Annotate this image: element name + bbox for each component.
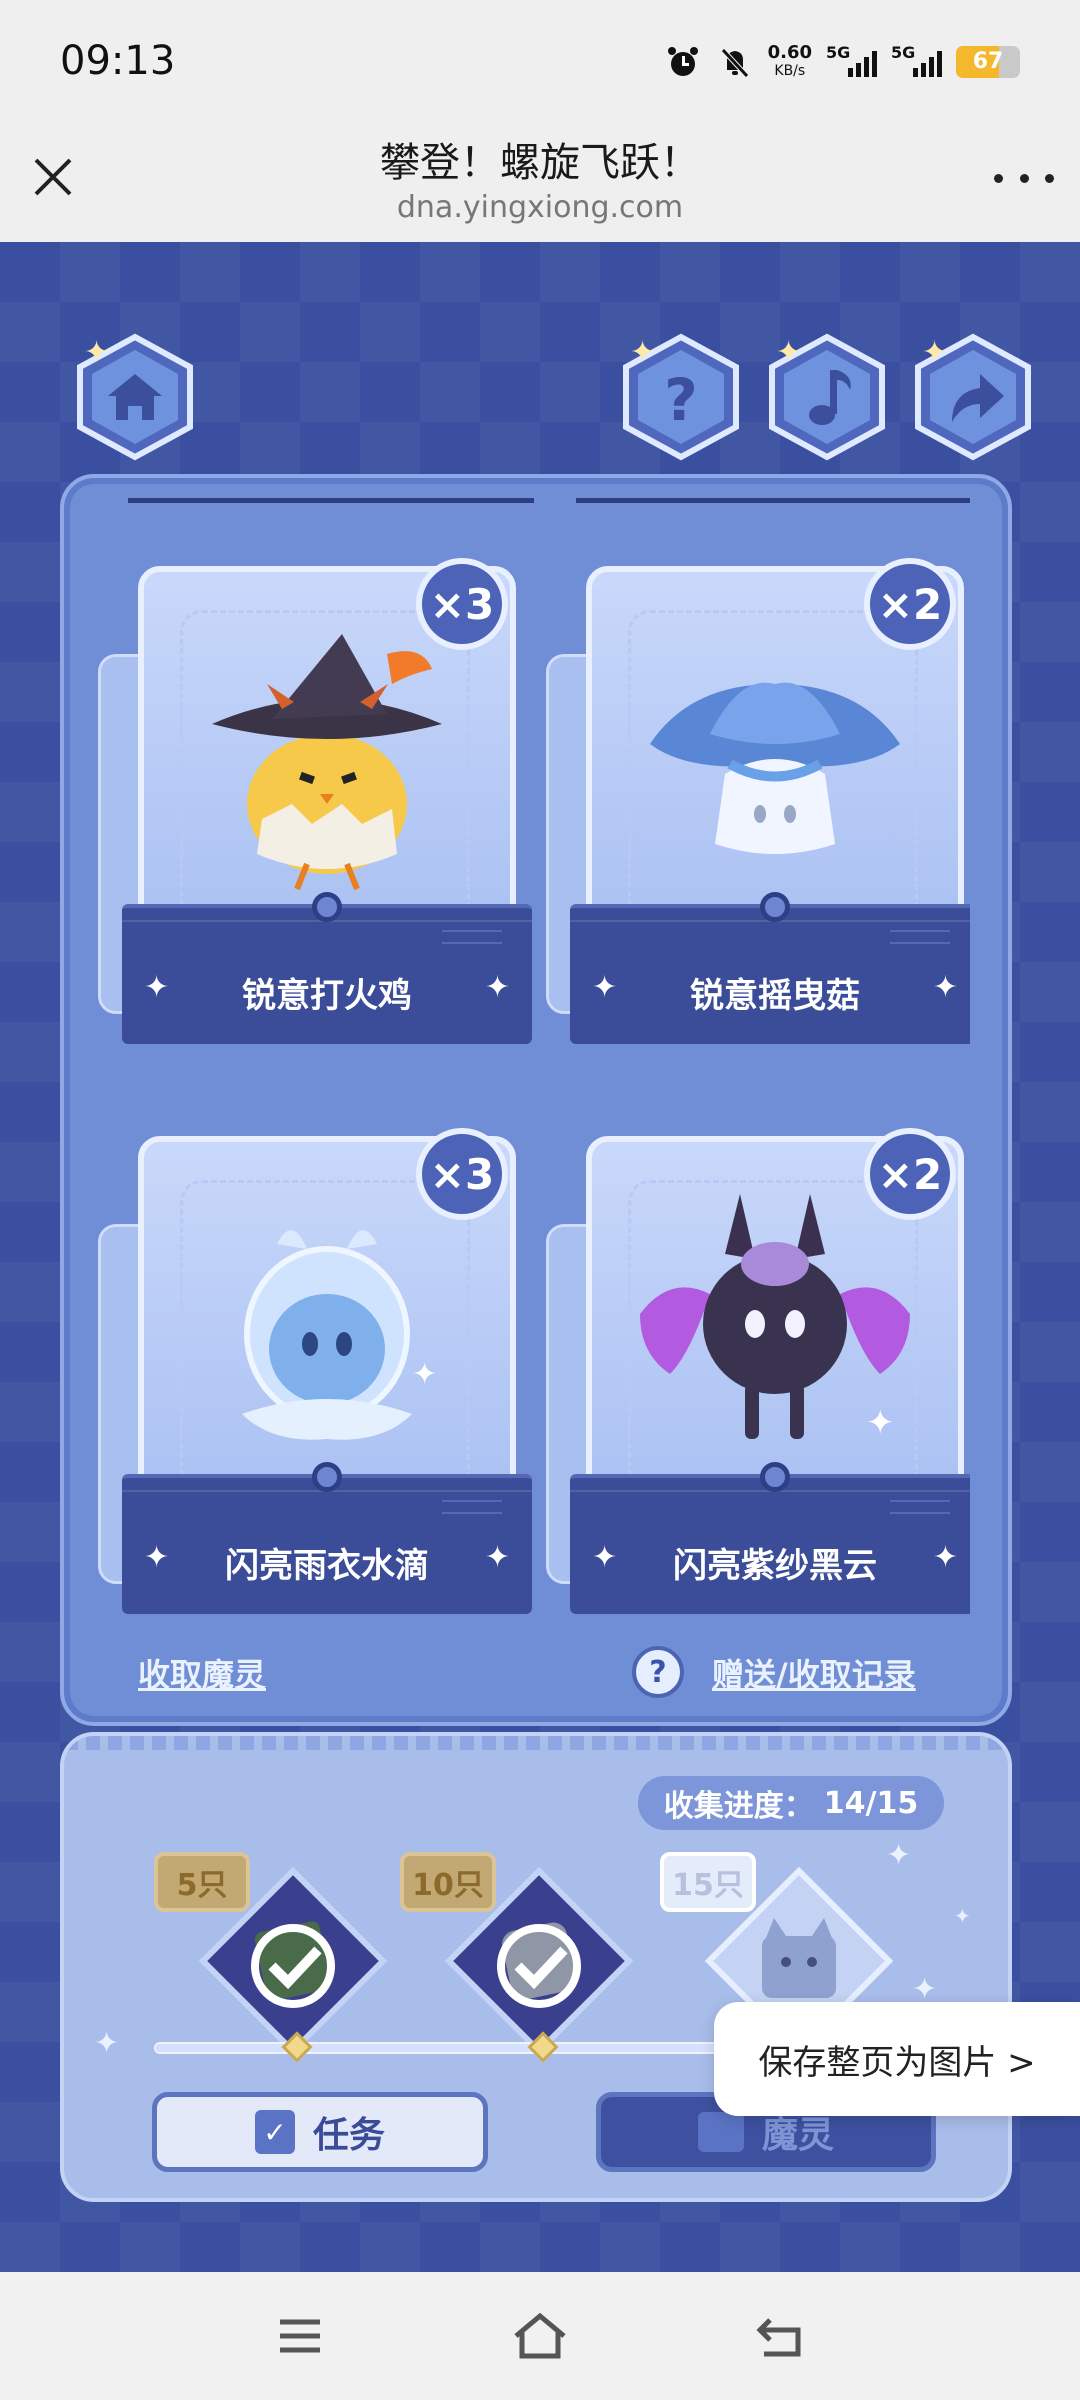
card-grid[interactable]: ×3 ✦ 锐意打火鸡 ✦ ×2 ✦ 锐意摇曳菇 ✦ ✦ ×3 ✦ 闪亮雨衣水滴 … [90,498,970,1633]
mute-icon [716,43,754,81]
browser-header: 攀登！螺旋飞跃！ dna.yingxiong.com [0,120,1080,242]
task-button[interactable]: ✓ 任务 [152,2092,488,2172]
purple-veil-cloud-art: ✦ [640,1194,910,1443]
card-label-pocket: ✦ 锐意摇曳菇 ✦ [570,892,970,1044]
status-bar: 09:13 0.60 KB/s 5G 5G 67 [0,0,1080,120]
signal-sim2-icon: 5G [891,43,942,77]
progress-value: 14/15 [823,1785,919,1821]
svg-text:✦: ✦ [84,335,109,370]
collection-progress: 收集进度： 14/15 [638,1776,944,1830]
menu-icon [280,2319,320,2353]
sim1-label: 5G [826,43,851,62]
alarm-icon [664,43,702,81]
svg-text:✦: ✦ [412,1357,437,1392]
more-options-button[interactable] [994,158,1054,198]
card-name: 锐意摇曳菇 [690,976,860,1016]
collection-progress-panel: 收集进度： 14/15 ✦ ✦ ✦ ✦ 5只 10只 15只 ✓ 任务 魔灵 [60,1732,1012,2202]
milestone-tag: 15只 [660,1852,756,1912]
home-button[interactable]: ✦ [70,332,200,462]
gift-record-link[interactable]: 赠送/收取记录 [712,1650,916,1696]
svg-text:✦: ✦ [630,335,655,370]
battery-icon: 67 [956,46,1020,78]
page-url: dna.yingxiong.com [396,190,684,225]
blue-mushroom-art [650,682,900,854]
svg-text:✦: ✦ [776,335,801,370]
back-icon [756,2318,801,2357]
home-nav-button[interactable] [510,2306,570,2366]
card-count-badge: ×3 [416,558,508,650]
page-title: 攀登！螺旋飞跃！ [380,140,700,186]
milestone-reward[interactable]: 10只 [400,1852,634,2056]
card-count-badge: ×2 [864,1128,956,1220]
save-page-as-image-button[interactable]: 保存整页为图片 > [714,2002,1080,2116]
card-name: 锐意打火鸡 [242,976,412,1016]
network-speed-unit: KB/s [774,63,806,79]
progress-track [154,2042,774,2054]
network-speed: 0.60 KB/s [768,44,812,80]
raincoat-droplet-art: ✦ [242,1230,437,1440]
milestone-tag: 5只 [154,1852,250,1912]
record-help-icon[interactable]: ? [632,1646,684,1698]
share-button[interactable]: ✦ [908,332,1038,462]
sparkle-icon: ✦ [484,1540,510,1575]
sim2-label: 5G [891,43,916,62]
spirit-card[interactable]: ×2 ✦ 锐意摇曳菇 ✦ [546,534,970,1074]
card-pin [312,892,342,922]
milestone-tag: 10只 [400,1852,496,1912]
more-dot-icon [994,173,1003,183]
milestone-reward[interactable]: 5只 [154,1852,388,2056]
card-label-pocket: ✦ 闪亮雨衣水滴 ✦ [122,1462,532,1614]
divider [576,498,970,503]
card-name: 闪亮雨衣水滴 [225,1546,429,1586]
more-dot-icon [1045,173,1054,183]
progress-label: 收集进度： [663,1789,814,1824]
perforated-edge [64,1736,1008,1750]
card-pin [760,1462,790,1492]
sparkle-icon: ✦ [932,970,958,1005]
collection-panel: ×3 ✦ 锐意打火鸡 ✦ ×2 ✦ 锐意摇曳菇 ✦ ✦ ×3 ✦ 闪亮雨衣水滴 … [60,474,1012,1726]
home-nav-icon [514,2312,566,2359]
system-nav-bar [0,2272,1080,2400]
sparkle-icon: ✦ [932,1540,958,1575]
status-time: 09:13 [60,38,176,84]
card-name: 闪亮紫纱黑云 [673,1546,877,1586]
game-screen: ✦ ? ✦ ✦ ✦ ×3 ✦ 锐意打火鸡 ✦ ×2 ✦ 锐意摇曳菇 ✦ ✦ ×3… [0,242,1080,2272]
card-label-pocket: ✦ 锐意打火鸡 ✦ [122,892,532,1044]
card-pin [312,1462,342,1492]
share-arrow-icon: ✦ [915,333,1031,461]
spirit-card[interactable]: ×3 ✦ 锐意打火鸡 ✦ [98,534,532,1074]
spirit-card[interactable]: ✦ ×2 ✦ 闪亮紫纱黑云 ✦ [546,1104,970,1633]
menu-button[interactable] [270,2306,330,2366]
progress-track-fill [156,2044,729,2052]
help-button[interactable]: ? ✦ [616,332,746,462]
divider [128,498,534,503]
task-button-label: 任务 [312,2115,385,2156]
network-speed-value: 0.60 [767,42,812,63]
music-button[interactable]: ✦ [762,332,892,462]
sparkle-icon: ✦ [484,970,510,1005]
chick-witch-hat-art [212,634,442,891]
signal-sim1-icon: 5G [826,43,877,77]
card-label-pocket: ✦ 闪亮紫纱黑云 ✦ [570,1462,970,1614]
card-pin [760,892,790,922]
svg-text:?: ? [664,366,698,434]
sparkle-icon: ✦ [954,1904,971,1928]
spirit-card[interactable]: ✦ ×3 ✦ 闪亮雨衣水滴 ✦ [98,1104,532,1633]
folder-add-icon [697,2112,744,2152]
battery-level: 67 [972,49,1004,74]
task-doc-icon: ✓ [254,2110,295,2154]
card-count-badge: ×2 [864,558,956,650]
more-dot-icon [1019,173,1029,183]
svg-text:✦: ✦ [866,1403,895,1443]
collect-spirit-link[interactable]: 收取魔灵 [138,1650,266,1696]
card-count-badge: ×3 [416,1128,508,1220]
svg-text:✦: ✦ [922,335,947,370]
question-icon: ? ✦ [623,333,739,461]
home-icon: ✦ [77,333,193,461]
status-icons: 0.60 KB/s 5G 5G 67 [664,40,1020,84]
back-button[interactable] [750,2306,810,2366]
sparkle-icon: ✦ [94,2026,120,2061]
music-note-icon: ✦ [769,333,885,461]
